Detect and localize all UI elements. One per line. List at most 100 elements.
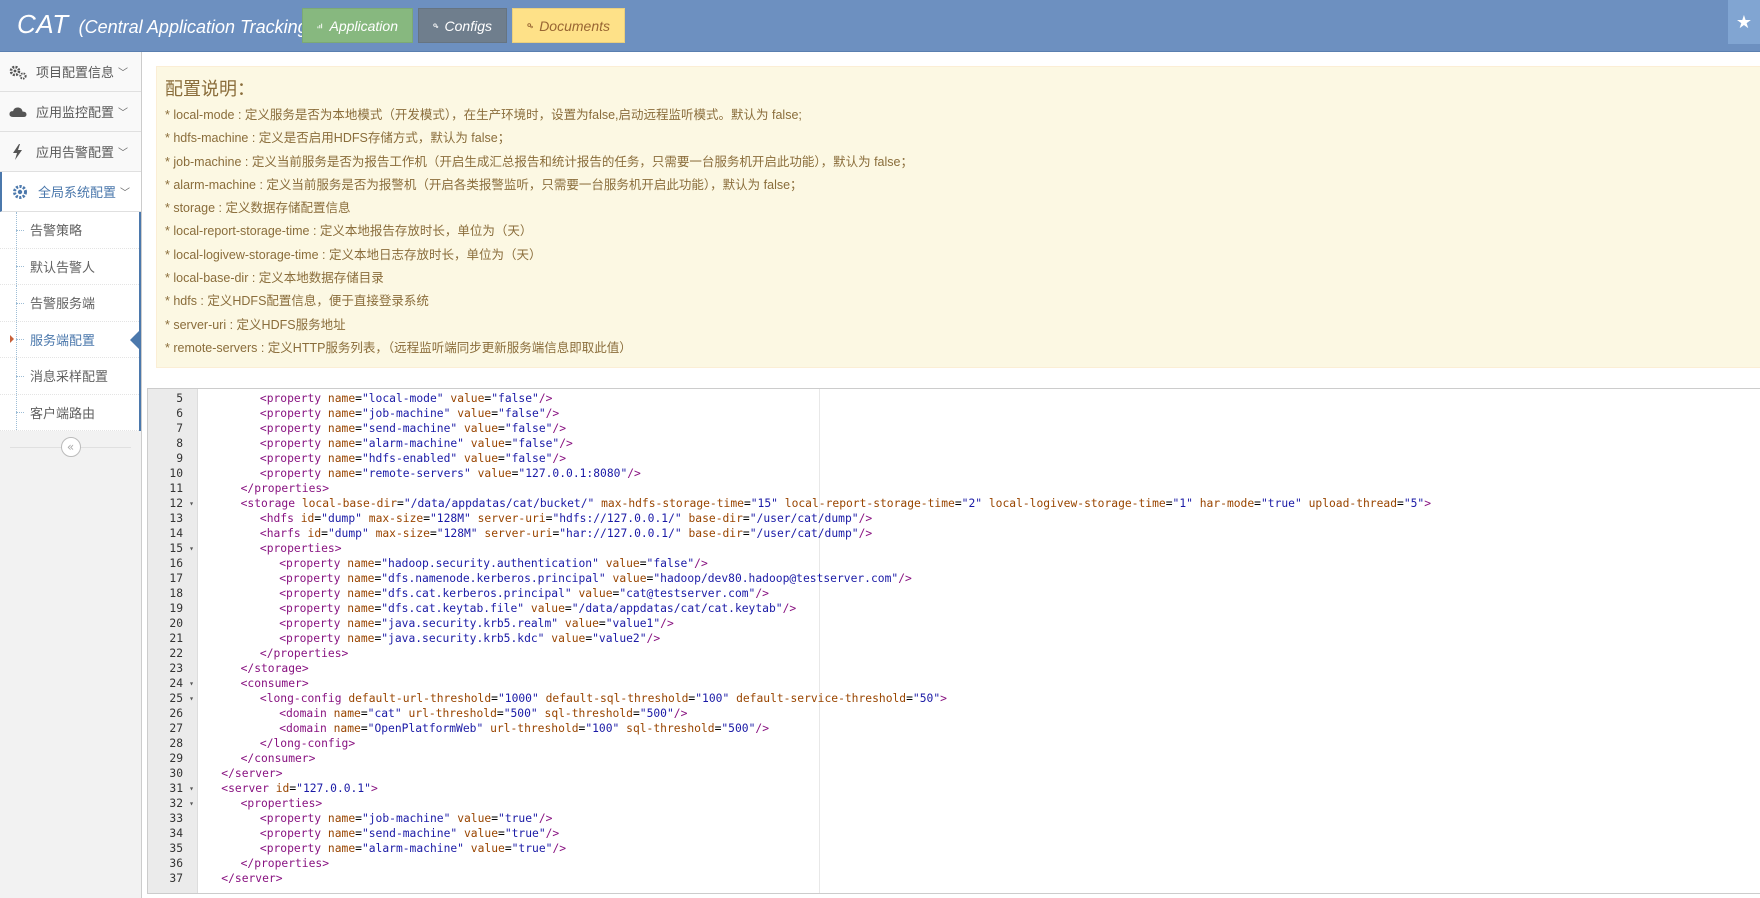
line-number: 30 [169, 767, 183, 780]
line-number: 13 [169, 512, 183, 525]
double-chevron-left-icon[interactable]: « [60, 437, 81, 457]
code-line: </long-config> [259, 737, 356, 750]
code-line: <hdfs id="dump" max-size="128M" server-u… [259, 512, 873, 525]
brand-subtitle: (Central Application Tracking) [78, 17, 314, 37]
note-line: * storage : 定义数据存储配置信息 [165, 201, 351, 216]
code-line: <domain name="OpenPlatformWeb" url-thres… [279, 722, 769, 735]
sidebar-item-message-sampling[interactable]: 消息采样配置 [0, 358, 139, 395]
line-number[interactable]: 24 [148, 676, 197, 691]
code-line: <property name="alarm-machine" value="fa… [259, 437, 573, 450]
code-line: </server> [221, 767, 283, 780]
line-number: 6 [176, 407, 183, 420]
top-navbar: CAT (Central Application Tracking) Applic… [0, 0, 1760, 52]
menu-project-config[interactable]: 项目配置信息 ﹀ [0, 52, 141, 92]
note-line: * local-logivew-storage-time : 定义本地日志存放时… [165, 247, 542, 262]
line-number: 14 [169, 527, 183, 540]
menu-label: 全局系统配置 [38, 186, 117, 201]
code-line: <consumer> [240, 677, 309, 690]
line-number: 10 [169, 467, 183, 480]
gears-icon [527, 23, 533, 29]
main-content: 配置说明： * local-mode : 定义服务是否为本地模式（开发模式），在… [145, 52, 1760, 898]
menu-global-system-config[interactable]: 全局系统配置 ﹀ [0, 172, 141, 212]
line-number: 8 [176, 437, 183, 450]
line-number: 16 [169, 557, 183, 570]
note-line: * job-machine : 定义当前服务是否为报告工作机（开启生成汇总报告和… [165, 154, 913, 169]
sidebar-collapse-row: « [0, 431, 141, 463]
code-line: <property name="job-machine" value="fals… [259, 407, 560, 420]
code-line: <storage local-base-dir="/data/appdatas/… [240, 497, 1432, 510]
line-number: 19 [169, 602, 183, 615]
brand[interactable]: CAT (Central Application Tracking) [17, 9, 314, 40]
note-line: * local-base-dir : 定义本地数据存储目录 [165, 271, 384, 286]
sidebar: 项目配置信息 ﹀ 应用监控配置 ﹀ 应用告警配置 ﹀ 全局系统配置 ﹀ 告警策略… [0, 52, 142, 898]
code-line: <property name="dfs.cat.keytab.file" val… [279, 602, 797, 615]
line-number: 21 [169, 632, 183, 645]
line-number: 36 [169, 857, 183, 870]
code-line: </properties> [240, 482, 330, 495]
sidebar-item-alert-server[interactable]: 告警服务端 [0, 285, 139, 322]
note-line: * hdfs-machine : 定义是否启用HDFS存储方式，默认为 fals… [165, 131, 511, 146]
line-number: 9 [176, 452, 183, 465]
menu-label: 项目配置信息 [36, 66, 115, 81]
active-indicator [130, 329, 140, 350]
sidebar-item-client-router[interactable]: 客户端路由 [0, 394, 139, 431]
menu-app-monitor-config[interactable]: 应用监控配置 ﹀ [0, 92, 141, 132]
code-line: <property name="job-machine" value="true… [259, 812, 553, 825]
line-number[interactable]: 31 [148, 781, 197, 796]
line-number[interactable]: 32 [148, 796, 197, 811]
documents-button[interactable]: Documents [512, 8, 625, 43]
line-number: 18 [169, 587, 183, 600]
star-icon[interactable]: ★ [1728, 0, 1760, 44]
chevron-down-icon: ﹀ [118, 148, 129, 159]
gears-icon [433, 23, 439, 28]
chevron-down-icon: ﹀ [118, 108, 129, 119]
application-label: Application [329, 17, 399, 34]
note-line: * remote-servers : 定义HTTP服务列表，（远程监听端同步更新… [165, 340, 632, 355]
brand-name: CAT [17, 9, 69, 39]
menu-label: 应用监控配置 [36, 106, 115, 121]
code-line: <property name="alarm-machine" value="tr… [259, 842, 567, 855]
code-line: <harfs id="dump" max-size="128M" server-… [259, 527, 873, 540]
code-line: <property name="local-mode" value="false… [259, 392, 553, 405]
code-line: </properties> [240, 857, 330, 870]
line-number: 22 [169, 647, 183, 660]
code-line: <property name="send-machine" value="tru… [259, 827, 560, 840]
caret-right-icon [10, 335, 14, 344]
bar-chart-icon [317, 23, 323, 29]
gear-icon [8, 182, 32, 202]
menu-app-alert-config[interactable]: 应用告警配置 ﹀ [0, 132, 141, 172]
note-line: * local-report-storage-time : 定义本地报告存放时长… [165, 224, 533, 239]
sub-item-label: 默认告警人 [30, 260, 96, 276]
documents-label: Documents [539, 17, 610, 34]
chevron-down-icon: ﹀ [120, 188, 131, 199]
sub-item-label: 消息采样配置 [30, 370, 109, 386]
line-number: 37 [169, 872, 183, 885]
sub-item-label: 告警服务端 [30, 297, 96, 313]
code-line: <property name="dfs.namenode.kerberos.pr… [279, 572, 912, 585]
configs-button[interactable]: Configs [418, 8, 507, 43]
sidebar-item-alert-policy[interactable]: 告警策略 [0, 212, 139, 249]
sub-item-label: 服务端配置 [30, 333, 96, 349]
code-line: <property name="dfs.cat.kerberos.princip… [279, 587, 769, 600]
application-button[interactable]: Application [302, 8, 413, 43]
code-line: <properties> [240, 797, 323, 810]
line-number[interactable]: 25 [148, 691, 197, 706]
code-line: </properties> [259, 647, 349, 660]
xml-code-editor[interactable]: 5 6 7 8 9 10 111213 141516 17 18 19 20 21 22 23242526 2… [147, 388, 1760, 894]
note-title: 配置说明： [165, 79, 255, 99]
code-line: <property name="java.security.krb5.kdc" … [279, 632, 661, 645]
code-line: </consumer> [240, 752, 316, 765]
code-area[interactable]: <property name="local-mode" value="false… [198, 389, 1760, 893]
sidebar-item-server-config[interactable]: 服务端配置 [0, 321, 140, 358]
line-number[interactable]: 12 [148, 496, 197, 511]
line-number[interactable]: 15 [148, 541, 197, 556]
code-line: <long-config default-url-threshold="1000… [259, 692, 947, 705]
code-line: <property name="java.security.krb5.realm… [279, 617, 674, 630]
cloud-icon [6, 102, 30, 122]
line-number: 20 [169, 617, 183, 630]
code-line: </server> [221, 872, 283, 885]
sidebar-item-default-alerter[interactable]: 默认告警人 [0, 248, 139, 285]
note-line: * server-uri : 定义HDFS服务地址 [165, 317, 346, 332]
sub-item-label: 告警策略 [30, 224, 83, 240]
line-number: 5 [176, 392, 183, 405]
